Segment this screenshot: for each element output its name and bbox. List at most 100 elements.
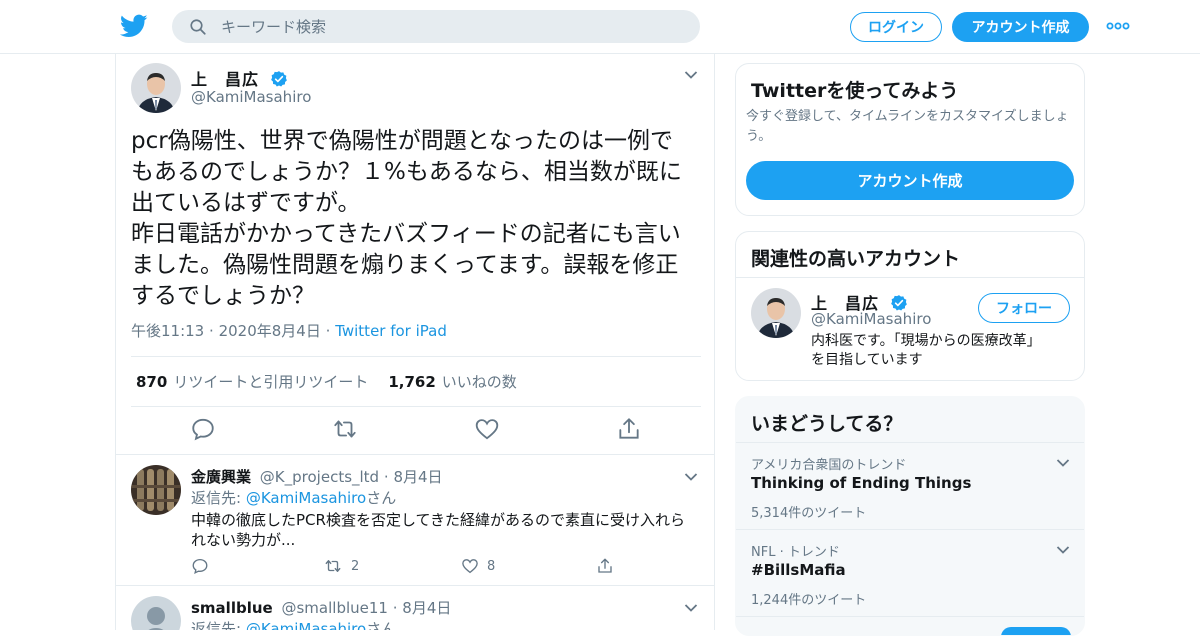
reply-retweet-button[interactable]: 2 — [323, 557, 359, 575]
signup-card-subtitle: 今すぐ登録して、タイムラインをカスタマイズしましょ う。 — [746, 109, 1069, 144]
divider — [131, 356, 701, 357]
avatar-image — [131, 63, 181, 113]
more-dots-icon[interactable] — [1106, 18, 1130, 34]
signup-card-title: Twitterを使ってみよう — [751, 80, 959, 102]
retweets-label: リツイートと引用リツイート — [173, 373, 369, 391]
chevron-down-icon[interactable] — [1056, 458, 1070, 468]
share-icon[interactable] — [616, 416, 642, 442]
twitter-bird-icon[interactable] — [120, 12, 148, 40]
related-accounts-card: 関連性の高いアカウント 上 昌広 @KamiMasahiro フォロー 内科医で… — [735, 231, 1085, 381]
retweet-icon — [325, 560, 341, 572]
trend-item[interactable]: アメリカ合衆国のトレンド Thinking of Ending Things 5… — [736, 442, 1084, 529]
reply-author-name[interactable]: smallblue — [191, 599, 273, 617]
like-count: 8 — [487, 558, 496, 574]
trend-item[interactable]: NFL · トレンド #BillsMafia 1,244件のツイート — [736, 529, 1084, 616]
meta-separator: · — [383, 468, 389, 486]
likes-count: 1,762 — [388, 373, 436, 391]
replying-to-link[interactable]: @KamiMasahiro — [246, 489, 366, 507]
trend-name[interactable]: Thinking of Ending Things — [751, 474, 971, 492]
reply-reply-button[interactable] — [191, 557, 209, 575]
search-input[interactable] — [221, 17, 661, 36]
related-account-avatar[interactable] — [751, 288, 801, 338]
retweets-stat[interactable]: 870 リツイートと引用リツイート — [136, 371, 368, 392]
trend-context: アメリカ合衆国のトレンド — [751, 458, 907, 473]
trend-name[interactable]: #BillsMafia — [751, 561, 846, 579]
related-accounts-title: 関連性の高いアカウント — [751, 248, 961, 270]
signup-button[interactable]: アカウント作成 — [952, 12, 1089, 42]
trend-count: 1,244件のツイート — [751, 593, 867, 608]
reply-avatar[interactable] — [131, 596, 181, 630]
trend-context: NFL · トレンド — [751, 545, 840, 560]
trend-count: 5,314件のツイート — [751, 506, 867, 521]
reply-tweet[interactable]: 金廣興業 @K_projects_ltd · 8月4日 返信先: @KamiMa… — [116, 455, 714, 585]
reply-icon[interactable] — [190, 416, 216, 442]
honorific: さん — [366, 489, 397, 507]
replying-to-label: 返信先: — [191, 620, 246, 630]
tweet-date[interactable]: 2020年8月4日 — [219, 322, 321, 340]
trend-action-button[interactable] — [1001, 627, 1071, 635]
tweet-meta: 午後11:13 · 2020年8月4日 · Twitter for iPad — [131, 320, 447, 341]
signup-card: Twitterを使ってみよう 今すぐ登録して、タイムラインをカスタマイズしましょ… — [735, 63, 1085, 216]
retweet-count: 2 — [351, 558, 360, 574]
replying-to: 返信先: @KamiMasahiroさん — [191, 487, 396, 508]
tweet-text: pcr偽陽性、世界で偽陽性が問題となったのは一例で もあるのでしょうか？１%もあ… — [131, 128, 682, 309]
reply-author-handle[interactable]: @smallblue11 — [281, 599, 387, 617]
verified-badge-icon — [270, 71, 287, 87]
signup-card-button[interactable]: アカウント作成 — [746, 161, 1074, 200]
reply-text: 中韓の徹底したPCR検査を否定してきた経緯があるので素直に受け入れら れない勢力… — [191, 511, 686, 549]
retweets-count: 870 — [136, 373, 168, 391]
reply-header: 金廣興業 @K_projects_ltd · 8月4日 — [191, 466, 443, 487]
reply-actions: 2 8 — [191, 557, 641, 577]
reply-share-button[interactable] — [596, 557, 614, 575]
related-account-bio: 内科医です。「現場からの医療改革」 を目指しています — [811, 333, 1041, 368]
top-bar: ログイン アカウント作成 — [0, 0, 1200, 54]
reply-tweet[interactable]: smallblue @smallblue11 · 8月4日 返信先: @Kami… — [116, 586, 714, 630]
reply-header: smallblue @smallblue11 · 8月4日 — [191, 597, 451, 618]
chevron-down-icon[interactable] — [684, 472, 698, 482]
tweet-actions — [116, 416, 714, 446]
replying-to: 返信先: @KamiMasahiroさん — [191, 618, 396, 630]
search-box[interactable] — [172, 10, 700, 43]
follow-button[interactable]: フォロー — [978, 293, 1070, 323]
meta-separator: · — [209, 322, 214, 340]
reply-date[interactable]: 8月4日 — [393, 468, 442, 486]
tweet-source-link[interactable]: Twitter for iPad — [335, 322, 447, 340]
tweet-time[interactable]: 午後11:13 — [131, 322, 204, 340]
tweet-column: 上 昌広 @KamiMasahiro pcr偽陽性、世界で偽陽性が問題となったの… — [115, 54, 715, 630]
share-icon — [598, 558, 612, 573]
reply-author-name[interactable]: 金廣興業 — [191, 468, 251, 486]
chevron-down-icon[interactable] — [1056, 545, 1070, 555]
meta-separator: · — [325, 322, 331, 340]
trends-card: いまどうしてる？ アメリカ合衆国のトレンド Thinking of Ending… — [735, 396, 1085, 636]
chevron-down-icon[interactable] — [684, 70, 698, 80]
divider — [131, 406, 701, 407]
related-account-handle[interactable]: @KamiMasahiro — [811, 310, 931, 328]
avatar-image — [751, 288, 801, 338]
retweet-icon[interactable] — [332, 416, 358, 442]
chevron-down-icon[interactable] — [684, 603, 698, 613]
trends-title: いまどうしてる？ — [751, 413, 903, 435]
login-button[interactable]: ログイン — [850, 12, 942, 42]
tweet-stats: 870 リツイートと引用リツイート 1,762 いいねの数 — [136, 371, 517, 392]
avatar-image — [131, 465, 181, 515]
reply-icon — [192, 558, 208, 574]
replying-to-label: 返信先: — [191, 489, 246, 507]
honorific: さん — [366, 620, 397, 630]
likes-stat[interactable]: 1,762 いいねの数 — [388, 371, 516, 392]
reply-avatar[interactable] — [131, 465, 181, 515]
meta-separator: · — [392, 599, 398, 617]
author-handle[interactable]: @KamiMasahiro — [191, 88, 311, 106]
likes-label: いいねの数 — [441, 373, 517, 391]
divider — [736, 277, 1084, 278]
default-avatar-icon — [131, 596, 181, 630]
author-name-text[interactable]: 上 昌広 — [191, 70, 259, 89]
like-heart-icon — [462, 559, 478, 574]
search-icon — [190, 18, 206, 35]
reply-like-button[interactable]: 8 — [461, 557, 495, 575]
author-avatar[interactable] — [131, 63, 181, 113]
like-heart-icon[interactable] — [474, 416, 500, 442]
reply-date[interactable]: 8月4日 — [402, 599, 451, 617]
replying-to-link[interactable]: @KamiMasahiro — [246, 620, 366, 630]
author-name[interactable]: 上 昌広 — [191, 66, 288, 90]
reply-author-handle[interactable]: @K_projects_ltd — [260, 468, 379, 486]
